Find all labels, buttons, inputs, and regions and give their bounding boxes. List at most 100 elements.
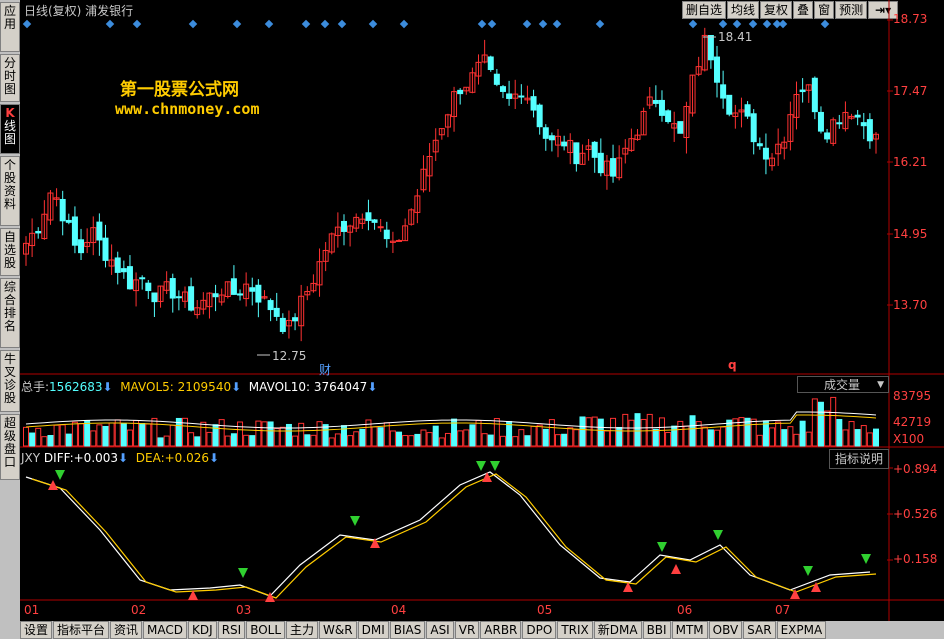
volume-bar	[591, 416, 598, 447]
volume-bar	[396, 431, 403, 447]
candle-body	[212, 293, 219, 298]
bottom-tab-20[interactable]: SAR	[743, 621, 776, 639]
dea-line	[31, 473, 877, 599]
volume-bar	[542, 428, 549, 447]
volume-bar	[133, 420, 140, 447]
volume-bar	[353, 431, 360, 447]
month-label-04: 04	[391, 603, 407, 617]
volume-bar	[824, 410, 831, 447]
volume-unit: X100	[893, 432, 925, 446]
candle-body	[610, 158, 617, 177]
candle-body	[518, 95, 525, 98]
dea-label: DEA:	[135, 451, 165, 465]
bottom-tab-4[interactable]: KDJ	[188, 621, 217, 639]
volume-bar	[836, 419, 843, 447]
volume-bar	[787, 426, 794, 447]
q-marker[interactable]: q	[728, 358, 737, 372]
volume-bar	[622, 413, 629, 447]
candle-body	[279, 317, 286, 332]
bottom-tab-15[interactable]: TRIX	[557, 621, 593, 639]
candle-body	[340, 220, 347, 232]
candle-body	[726, 94, 733, 115]
bottom-tab-1[interactable]: 指标平台	[53, 621, 110, 639]
volume-bar	[499, 435, 506, 447]
volume-bar	[750, 418, 757, 447]
bottom-tab-13[interactable]: ARBR	[480, 621, 522, 639]
candle-body	[536, 104, 543, 128]
bottom-tab-6[interactable]: BOLL	[246, 621, 286, 639]
mavol10-label: MAVOL10:	[248, 380, 311, 394]
candle-body	[292, 317, 299, 322]
bottom-tab-16[interactable]: 新DMA	[593, 621, 642, 639]
candle-body	[151, 292, 158, 303]
bottom-tab-7[interactable]: 主力	[286, 621, 319, 639]
bottom-tab-12[interactable]: VR	[454, 621, 480, 639]
candle-body	[677, 121, 684, 134]
volume-bar	[677, 420, 684, 447]
volume-bar	[671, 425, 678, 447]
indicator-header: JXY DIFF:+0.003⬇ DEA:+0.026⬇	[21, 451, 219, 465]
bottom-tab-21[interactable]: EXPMA	[776, 621, 827, 639]
event-diamond-icon	[820, 19, 830, 29]
bottom-tab-3[interactable]: MACD	[143, 621, 188, 639]
volume-bar	[756, 434, 763, 447]
price-tick-5: 13.70	[893, 298, 928, 312]
mavol5-value: 2109540	[177, 380, 232, 394]
volume-bar	[493, 418, 500, 447]
candle-body	[561, 141, 568, 147]
volume-bar	[389, 430, 396, 447]
bottom-tab-0[interactable]: 设置	[20, 621, 53, 639]
indicator-tick-3: +0.158	[893, 552, 938, 566]
volume-bar	[420, 429, 427, 447]
bottom-tab-8[interactable]: W&R	[319, 621, 357, 639]
volume-total-value: 1562683	[49, 380, 103, 394]
volume-bar	[47, 435, 54, 447]
bottom-tab-9[interactable]: DMI	[357, 621, 389, 639]
diff-line	[25, 471, 871, 597]
event-diamond-icon	[748, 19, 758, 29]
volume-bar	[78, 423, 85, 447]
candle-body	[817, 111, 824, 132]
bottom-tab-10[interactable]: BIAS	[389, 621, 426, 639]
volume-tick-2: 42719	[893, 415, 932, 429]
bottom-tab-19[interactable]: OBV	[708, 621, 743, 639]
event-diamond-icon	[188, 19, 198, 29]
mavol10-value: 3764047	[313, 380, 368, 394]
candle-body	[860, 122, 867, 127]
volume-bar	[334, 433, 341, 447]
event-diamond-icon	[732, 19, 742, 29]
volume-bar	[108, 422, 115, 447]
volume-bar	[830, 396, 837, 447]
candle-body	[383, 229, 390, 240]
price-tick-4: 14.95	[893, 227, 928, 241]
indicator-help-button[interactable]: 指标说明	[829, 449, 889, 469]
candle-body	[365, 212, 372, 221]
volume-bar	[561, 433, 568, 447]
bottom-tab-11[interactable]: ASI	[426, 621, 454, 639]
volume-bar	[261, 421, 268, 447]
bottom-tab-17[interactable]: BBI	[642, 621, 671, 639]
candle-body	[96, 221, 103, 241]
bottom-tab-2[interactable]: 资讯	[110, 621, 143, 639]
volume-dropdown-label: 成交量	[824, 378, 861, 392]
volume-indicator-dropdown[interactable]: 成交量 ▼	[797, 376, 889, 393]
event-diamond-icon	[399, 19, 409, 29]
low-price-label: 12.75	[272, 349, 307, 363]
volume-bar	[194, 436, 201, 447]
event-diamond-icon	[105, 19, 115, 29]
bottom-tab-14[interactable]: DPO	[522, 621, 557, 639]
mavol5-label: MAVOL5:	[120, 380, 174, 394]
bottom-tab-18[interactable]: MTM	[671, 621, 708, 639]
volume-bar	[726, 419, 733, 447]
volume-bar	[769, 427, 776, 447]
finance-marker[interactable]: 财	[319, 361, 331, 378]
candle-body	[59, 198, 66, 222]
volume-bar	[59, 424, 66, 447]
volume-bar	[842, 429, 849, 447]
event-diamond-icon	[232, 19, 242, 29]
volume-bar	[249, 435, 256, 447]
bottom-tab-5[interactable]: RSI	[217, 621, 246, 639]
sell-signal-arrow-icon	[657, 542, 667, 552]
candle-body	[78, 239, 85, 254]
candle-body	[273, 307, 280, 317]
